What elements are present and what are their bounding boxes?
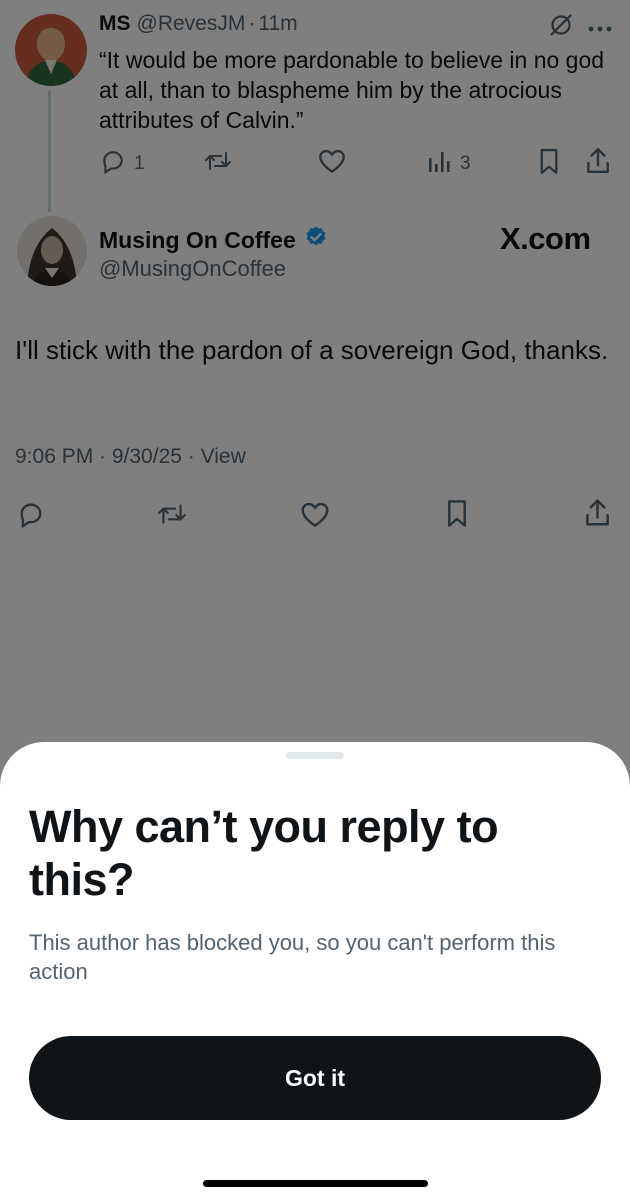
blocked-reply-sheet: Why can’t you reply to this? This author… <box>0 742 630 1200</box>
sheet-drag-handle[interactable] <box>286 752 344 759</box>
got-it-button[interactable]: Got it <box>29 1036 601 1120</box>
sheet-description: This author has blocked you, so you can'… <box>29 930 556 984</box>
sheet-title: Why can’t you reply to this? <box>29 801 499 905</box>
home-indicator[interactable] <box>203 1180 428 1187</box>
